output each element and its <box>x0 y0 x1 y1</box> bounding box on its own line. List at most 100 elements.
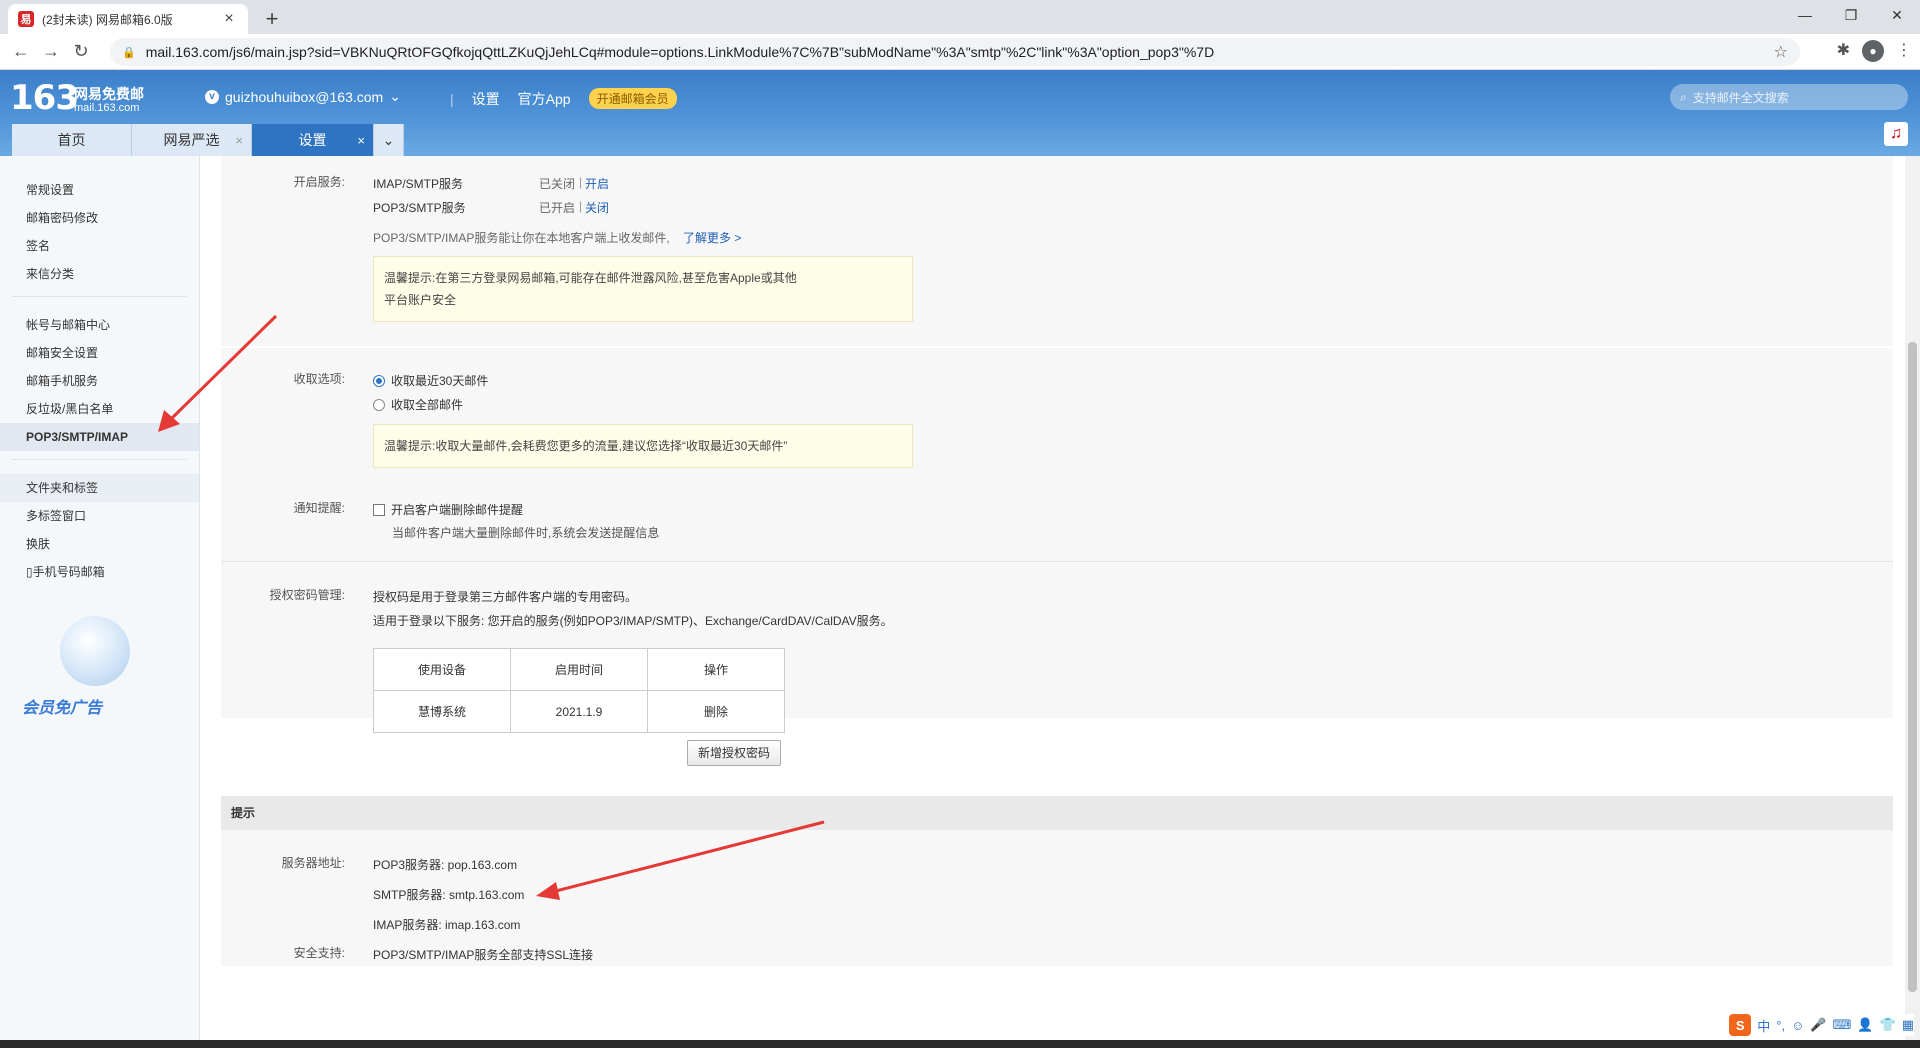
skin-icon[interactable]: 👕 <box>1880 1017 1896 1033</box>
pop3-disable-link[interactable]: 关闭 <box>585 199 609 216</box>
new-tab-icon[interactable]: + <box>258 6 286 32</box>
browser-tab[interactable]: 易 (2封未读) 网易邮箱6.0版 × <box>8 4 248 34</box>
logo-name: 网易免费邮 <box>74 86 144 102</box>
tab-home[interactable]: 首页 <box>12 124 132 156</box>
sidebar-item-phone-mail-label: 手机号码邮箱 <box>32 565 105 579</box>
reload-icon[interactable]: ↻ <box>66 41 96 62</box>
vip-button[interactable]: 开通邮箱会员 <box>588 88 677 109</box>
ad-badge-icon <box>60 616 130 686</box>
search-placeholder: 支持邮件全文搜索 <box>1692 90 1789 105</box>
mail-logo[interactable]: 163 网易免费邮 mail.163.com <box>10 78 144 118</box>
table-header: 操作 <box>647 648 785 691</box>
close-tab-icon[interactable]: × <box>235 133 243 148</box>
notify-option-label: 开启客户端删除邮件提醒 <box>391 503 524 517</box>
tab-yanxuan[interactable]: 网易严选 × <box>132 124 252 156</box>
receive-option-30days[interactable]: 收取最近30天邮件 <box>373 372 488 389</box>
divider: | <box>450 90 454 107</box>
checkbox-icon[interactable] <box>373 504 385 516</box>
tab-settings[interactable]: 设置 × <box>252 124 374 156</box>
punctuation-icon[interactable]: °, <box>1776 1018 1785 1033</box>
learn-more-link[interactable]: 了解更多 > <box>683 229 741 246</box>
new-auth-password-button[interactable]: 新增授权密码 <box>687 740 782 766</box>
imap-server: IMAP服务器: imap.163.com <box>373 918 521 932</box>
ad-banner[interactable]: 会员免广告 <box>18 596 168 717</box>
scrollbar-thumb[interactable] <box>1908 342 1917 992</box>
delete-auth-link[interactable]: 删除 <box>647 690 785 733</box>
microphone-icon[interactable]: 🎤 <box>1810 1017 1826 1033</box>
auth-label: 授权密码管理: <box>269 588 345 602</box>
auth-line2: 适用于登录以下服务: 您开启的服务(例如POP3/IMAP/SMTP)、Exch… <box>373 614 893 628</box>
close-window-icon[interactable]: ✕ <box>1874 0 1920 30</box>
main-scrollbar[interactable] <box>1905 156 1920 1048</box>
phone-icon: ▯ <box>26 565 33 579</box>
tab-yanxuan-label: 网易严选 <box>163 132 220 148</box>
mail-search-input[interactable]: ⌕ 支持邮件全文搜索 <box>1670 84 1908 110</box>
sidebar-item-folders[interactable]: 文件夹和标签 <box>0 474 199 502</box>
table-row: 慧博系统 2021.1.9 删除 <box>373 690 785 733</box>
hint-title: 提示 <box>221 796 1893 830</box>
receive-option-all[interactable]: 收取全部邮件 <box>373 396 463 413</box>
music-icon[interactable]: ♫ <box>1884 122 1908 146</box>
sidebar-item-filters[interactable]: 来信分类 <box>0 260 199 288</box>
keyboard-icon[interactable]: ⌨ <box>1833 1017 1852 1033</box>
imap-enable-link[interactable]: 开启 <box>585 175 609 192</box>
minimize-icon[interactable]: — <box>1782 0 1828 30</box>
sogou-ime-icon[interactable]: S <box>1729 1014 1752 1036</box>
pop3-name: POP3/SMTP服务 <box>373 201 466 215</box>
sidebar-item-signature[interactable]: 签名 <box>0 232 199 260</box>
sidebar-item-pop3[interactable]: POP3/SMTP/IMAP <box>0 423 199 451</box>
ime-lang[interactable]: 中 <box>1757 1016 1770 1035</box>
logo-domain: mail.163.com <box>74 102 140 114</box>
pop3-server: POP3服务器: pop.163.com <box>373 858 518 872</box>
official-app-link[interactable]: 官方App <box>518 89 571 109</box>
settings-sidebar: 常规设置 邮箱密码修改 签名 来信分类 帐号与邮箱中心 邮箱安全设置 邮箱手机服… <box>0 156 200 1048</box>
emoji-icon[interactable]: ☺ <box>1791 1018 1804 1033</box>
table-cell-device: 慧博系统 <box>373 690 511 733</box>
services-label: 开启服务: <box>293 175 345 189</box>
settings-link[interactable]: 设置 <box>472 89 500 109</box>
close-tab-icon[interactable]: × <box>220 10 238 28</box>
sidebar-item-antispam[interactable]: 反垃圾/黑白名单 <box>0 395 199 423</box>
settings-main: 开启服务: IMAP/SMTP服务 已关闭 | 开启 POP3/SMTP服务 已… <box>200 156 1905 1048</box>
sidebar-item-account-center[interactable]: 帐号与邮箱中心 <box>0 311 199 339</box>
back-icon[interactable]: ← <box>6 41 36 62</box>
sidebar-item-security[interactable]: 邮箱安全设置 <box>0 339 199 367</box>
auth-line1: 授权码是用于登录第三方邮件客户端的专用密码。 <box>373 590 638 604</box>
receive-option-30days-label: 收取最近30天邮件 <box>391 374 489 388</box>
sidebar-item-password[interactable]: 邮箱密码修改 <box>0 204 199 232</box>
tab-home-label: 首页 <box>57 132 86 148</box>
sidebar-item-general[interactable]: 常规设置 <box>0 176 199 204</box>
sidebar-item-skin[interactable]: 换肤 <box>0 530 199 558</box>
smtp-server: SMTP服务器: smtp.163.com <box>373 888 525 902</box>
bookmark-star-icon[interactable]: ☆ <box>1774 42 1788 62</box>
receive-label: 收取选项: <box>293 372 345 386</box>
radio-unchecked-icon[interactable] <box>373 399 385 411</box>
browser-toolbar: ← → ↻ 🔒 mail.163.com/js6/main.jsp?sid=VB… <box>0 34 1920 70</box>
forward-icon[interactable]: → <box>36 41 66 62</box>
tabs-dropdown[interactable]: ⌄ <box>374 124 404 156</box>
address-bar[interactable]: 🔒 mail.163.com/js6/main.jsp?sid=VBKNuQRt… <box>110 38 1800 66</box>
table-header-row: 使用设备 启用时间 操作 <box>373 648 785 691</box>
grid-icon[interactable]: ▦ <box>1902 1017 1914 1033</box>
divider <box>12 296 187 297</box>
restore-icon[interactable]: ❐ <box>1828 0 1874 30</box>
chevron-down-icon: ⌄ <box>389 88 401 104</box>
tab-settings-label: 设置 <box>298 132 327 148</box>
user-icon[interactable]: 👤 <box>1857 1017 1873 1033</box>
radio-checked-icon[interactable] <box>373 375 385 387</box>
notify-option[interactable]: 开启客户端删除邮件提醒 <box>373 501 523 518</box>
auth-table: 使用设备 启用时间 操作 慧博系统 2021.1.9 删除 <box>373 648 785 733</box>
menu-icon[interactable]: ⋮ <box>1896 40 1912 62</box>
services-tip-line2: 平台账户安全 <box>384 293 457 307</box>
close-tab-icon[interactable]: × <box>357 133 365 148</box>
sidebar-item-mobile-service[interactable]: 邮箱手机服务 <box>0 367 199 395</box>
sidebar-item-multitab[interactable]: 多标签窗口 <box>0 502 199 530</box>
extensions-icon[interactable]: ✱ <box>1837 40 1850 62</box>
url-text[interactable]: mail.163.com/js6/main.jsp?sid=VBKNuQRtOF… <box>146 44 1774 60</box>
account-menu[interactable]: v guizhouhuibox@163.com ⌄ <box>205 88 401 105</box>
imap-status: 已关闭 <box>539 177 576 191</box>
sidebar-item-phone-mail[interactable]: ▯手机号码邮箱 <box>0 558 199 586</box>
lock-icon: 🔒 <box>122 46 136 59</box>
profile-icon[interactable]: ● <box>1862 40 1884 62</box>
ime-toolbar[interactable]: S 中 °, ☺ 🎤 ⌨ 👤 👕 ▦ <box>1729 1014 1914 1036</box>
